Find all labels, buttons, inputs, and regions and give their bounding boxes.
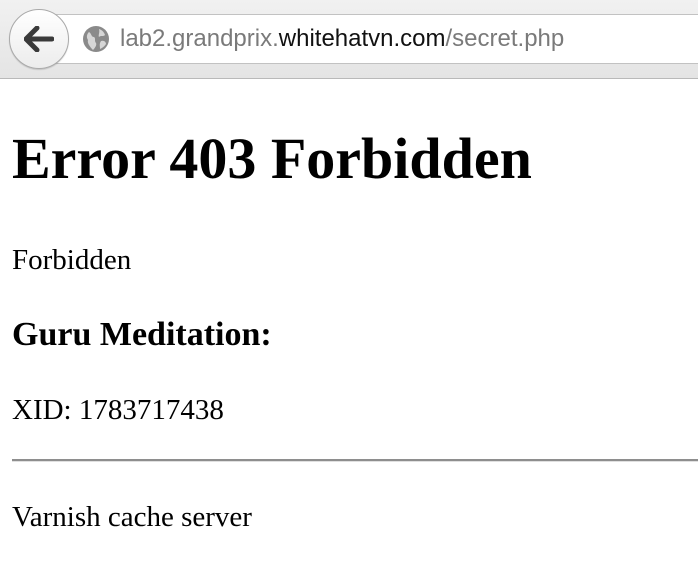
browser-toolbar: lab2.grandprix.whitehatvn.com/secret.php bbox=[0, 0, 698, 79]
back-button[interactable] bbox=[9, 9, 69, 69]
xid-text: XID: 1783717438 bbox=[12, 394, 224, 426]
url-prefix: lab2.grandprix. bbox=[120, 25, 279, 52]
error-message: Forbidden bbox=[12, 244, 132, 276]
guru-meditation-heading: Guru Meditation: bbox=[12, 316, 272, 353]
server-footer: Varnish cache server bbox=[12, 501, 252, 533]
page-title: Error 403 Forbidden bbox=[12, 126, 532, 191]
url-path: /secret.php bbox=[445, 25, 565, 52]
globe-icon bbox=[83, 26, 109, 52]
divider bbox=[12, 459, 698, 462]
url-text[interactable]: lab2.grandprix.whitehatvn.com/secret.php bbox=[120, 25, 564, 53]
back-arrow-icon bbox=[24, 26, 54, 52]
url-domain: whitehatvn.com bbox=[278, 25, 446, 52]
